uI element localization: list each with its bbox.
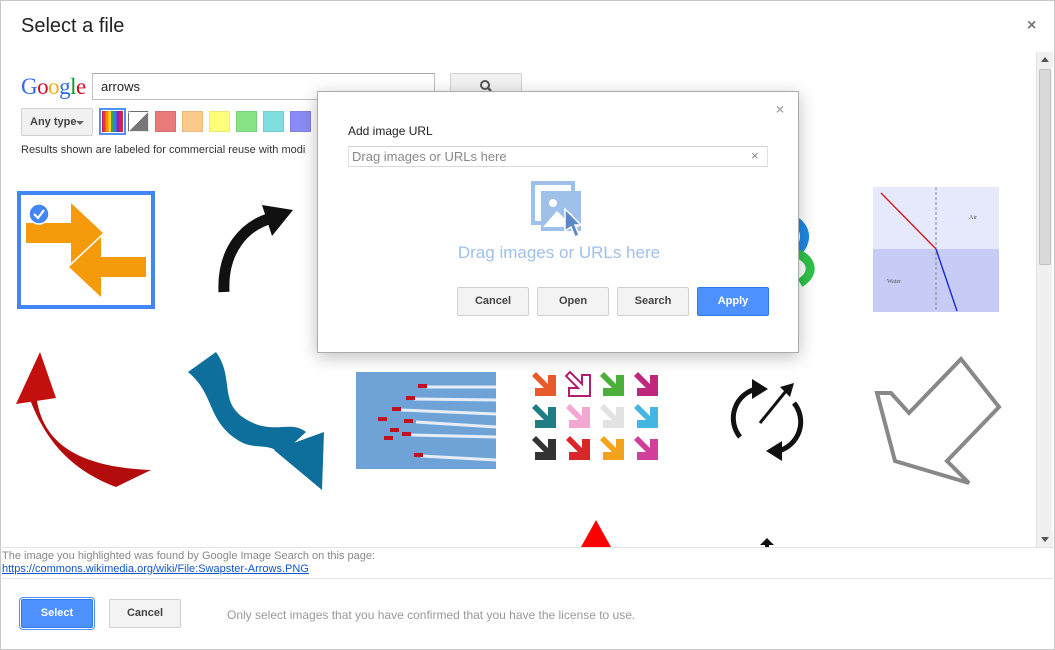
check-icon (28, 203, 50, 225)
close-icon[interactable]: × (776, 101, 784, 117)
add-image-url-label: Add image URL (348, 124, 433, 138)
result-colored-arrow-grid[interactable] (528, 370, 664, 466)
refraction-diagram-image: Air Water (873, 187, 999, 312)
result-circular-arrows[interactable] (722, 375, 812, 465)
result-blue-wavy-arrow[interactable] (186, 350, 326, 492)
result-red-triangle[interactable] (581, 520, 611, 547)
dialog-cancel-button[interactable]: Cancel (457, 287, 529, 316)
drag-drop-hint: Drag images or URLs here (457, 243, 661, 262)
source-link[interactable]: https://commons.wikimedia.org/wiki/File:… (2, 563, 309, 575)
scroll-thumb[interactable] (1039, 69, 1051, 265)
red-triangle-image (581, 520, 611, 547)
image-url-input[interactable] (348, 146, 768, 167)
scroll-up-button[interactable] (1037, 52, 1053, 68)
small-arrow-image (760, 538, 774, 547)
image-drop-icon (531, 181, 583, 239)
color-filter-orange[interactable] (182, 111, 203, 132)
scroll-down-button[interactable] (1037, 531, 1053, 547)
select-button[interactable]: Select (19, 597, 95, 630)
color-filter-yellow[interactable] (209, 111, 230, 132)
license-note: Results shown are labeled for commercial… (21, 144, 306, 156)
google-logo: Google (21, 74, 86, 99)
result-red-curved-arrow[interactable] (16, 352, 156, 492)
jets-formation-image (378, 384, 497, 462)
color-filter-multicolor[interactable] (99, 108, 126, 135)
cancel-button[interactable]: Cancel (109, 599, 181, 628)
blue-wavy-arrow-image (188, 352, 324, 490)
result-gray-outline-arrow[interactable] (873, 355, 1005, 487)
result-small-black-arrow[interactable] (759, 536, 775, 547)
apply-button[interactable]: Apply (697, 287, 769, 316)
results-scrollbar[interactable] (1036, 52, 1053, 547)
water-label: Water (887, 279, 901, 285)
result-refraction-diagram[interactable]: Air Water (873, 187, 999, 312)
black-curved-arrow-image (218, 205, 293, 293)
circular-arrows-image (730, 379, 804, 461)
add-image-url-dialog: × Add image URL × Drag images or URLs he… (317, 91, 799, 353)
search-url-button[interactable]: Search (617, 287, 689, 316)
color-filter-teal[interactable] (263, 111, 284, 132)
air-label: Air (969, 215, 977, 221)
result-black-curved-arrow[interactable] (200, 200, 310, 300)
close-icon[interactable]: × (1027, 17, 1036, 35)
red-curved-arrow-image (16, 352, 151, 487)
page-title: Select a file (21, 15, 125, 37)
color-filter-black-and-white[interactable] (128, 111, 149, 132)
gray-outline-arrow-image (874, 355, 1002, 485)
open-button[interactable]: Open (537, 287, 609, 316)
source-info: The image you highlighted was found by G… (0, 547, 1055, 578)
result-swapster-arrows[interactable] (17, 191, 155, 309)
dialog-footer: Select Cancel Only select images that yo… (0, 578, 1055, 650)
color-filter-green[interactable] (236, 111, 257, 132)
arrow-down-icon (1041, 537, 1049, 542)
arrow-grid-image (532, 371, 658, 460)
license-reminder: Only select images that you have confirm… (227, 608, 636, 622)
clear-input-icon[interactable]: × (751, 148, 759, 163)
chevron-down-icon (76, 121, 84, 125)
type-filter-dropdown[interactable]: Any type (21, 108, 93, 136)
color-filter-red[interactable] (155, 111, 176, 132)
source-info-text: The image you highlighted was found by G… (2, 550, 376, 562)
color-filter-blue[interactable] (290, 111, 311, 132)
result-red-arrows-jets[interactable] (356, 372, 497, 469)
arrow-up-icon (1041, 57, 1049, 62)
